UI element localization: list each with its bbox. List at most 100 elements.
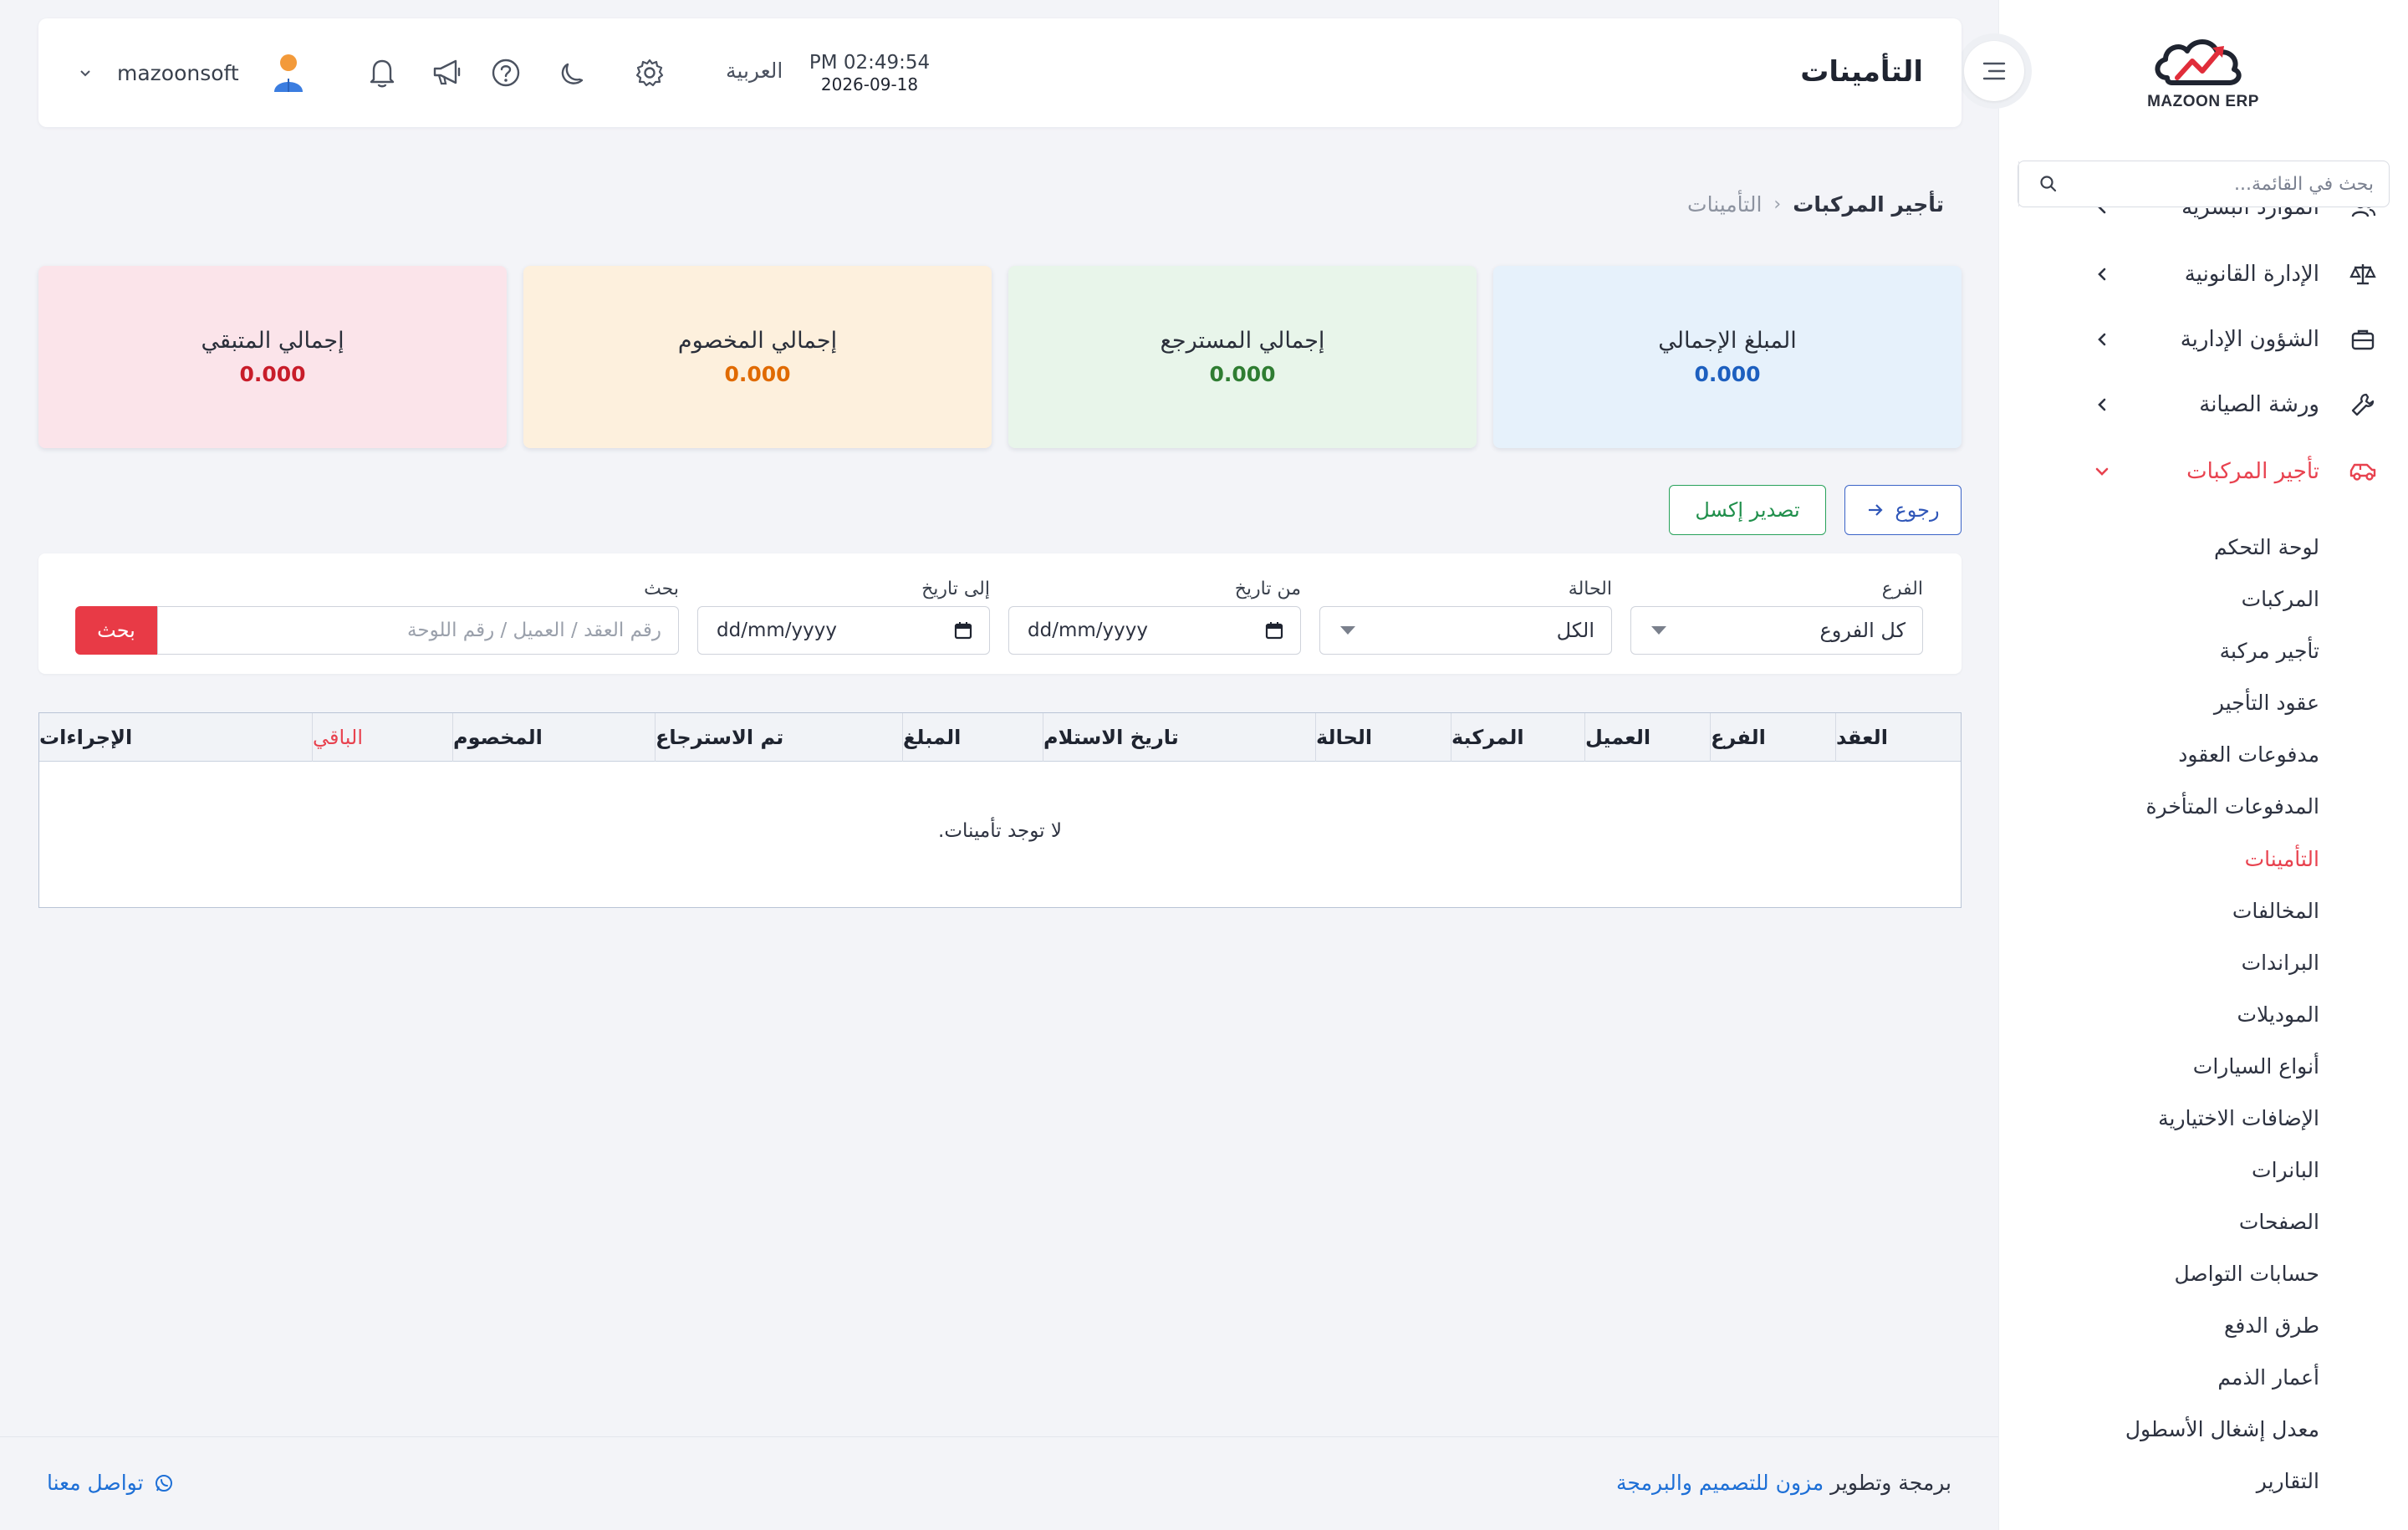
column-header-status[interactable]: الحالة (1315, 713, 1451, 762)
notifications-button[interactable] (363, 54, 401, 92)
sidebar-subitem-brands[interactable]: البراندات (2242, 951, 2319, 975)
clock-date: 2026-09-18 (820, 74, 919, 94)
footer: برمجة وتطوير مزون للتصميم والبرمجة تواصل… (0, 1436, 1998, 1530)
column-header-remaining[interactable]: الباقي (312, 713, 452, 762)
logo-text: MAZOON ERP (2147, 93, 2259, 110)
logo-icon (2155, 39, 2242, 85)
column-header-branch[interactable]: الفرع (1710, 713, 1835, 762)
status-value: الكل (1556, 619, 1594, 642)
calendar-icon (1265, 622, 1283, 640)
whatsapp-icon (155, 1474, 172, 1492)
footer-company-link[interactable]: مزون للتصميم والبرمجة (1616, 1471, 1824, 1495)
sidebar-subitem-reports[interactable]: التقارير (2257, 1469, 2319, 1493)
status-select[interactable]: الكل (1319, 606, 1612, 655)
sidebar-item-legal[interactable]: الإدارة القانونية (1998, 249, 2408, 299)
language-switch[interactable]: العربية (726, 59, 783, 83)
chevron-left-icon (2092, 329, 2112, 349)
sidebar-subitem-dashboard[interactable]: لوحة التحكم (2214, 535, 2319, 559)
column-header-deducted[interactable]: المخصوم (452, 713, 655, 762)
breadcrumb-separator: ‹ (1773, 194, 1782, 215)
sidebar-subitem-overdue-payments[interactable]: المدفوعات المتأخرة (2145, 794, 2319, 819)
column-header-customer[interactable]: العميل (1584, 713, 1710, 762)
filters-panel: الفرع كل الفروع الحالة الكل من تاريخ dd/… (38, 553, 1962, 674)
sidebar-subitem-payment-methods[interactable]: طرق الدفع (2224, 1313, 2319, 1338)
contact-us-link[interactable]: تواصل معنا (47, 1471, 174, 1495)
search-field (157, 606, 679, 655)
dark-mode-button[interactable] (554, 54, 593, 92)
stat-value: 0.000 (724, 362, 791, 386)
column-header-amount[interactable]: المبلغ (902, 713, 1043, 762)
sidebar: MAZOON ERP الموارد البشرية الإدارة القان… (1998, 0, 2408, 1530)
column-header-refunded[interactable]: تم الاسترجاع (655, 713, 902, 762)
export-excel-button[interactable]: تصدير إكسل (1669, 485, 1826, 535)
top-header: التأمينات PM 02:49:54 2026-09-18 العربية… (38, 18, 1962, 127)
sidebar-subitem-contract-payments[interactable]: مدفوعات العقود (2178, 742, 2319, 767)
sidebar-item-workshop[interactable]: ورشة الصيانة (1998, 380, 2408, 430)
from-date-label: من تاريخ (1234, 579, 1301, 599)
footer-credit-prefix: برمجة وتطوير (1830, 1471, 1951, 1495)
sidebar-search (2018, 161, 2390, 207)
column-header-vehicle[interactable]: المركبة (1451, 713, 1584, 762)
sidebar-subitem-pages[interactable]: الصفحات (2239, 1210, 2319, 1234)
search-input[interactable] (158, 607, 678, 654)
sidebar-subitem-extras[interactable]: الإضافات الاختيارية (2158, 1106, 2319, 1130)
chevron-left-icon (2092, 395, 2112, 415)
sidebar-subitem-social-accounts[interactable]: حسابات التواصل (2174, 1262, 2319, 1286)
sidebar-subitem-models[interactable]: الموديلات (2237, 1002, 2319, 1027)
sidebar-subitem-banners[interactable]: البانرات (2252, 1158, 2319, 1182)
export-excel-label: تصدير إكسل (1695, 498, 1800, 522)
to-date-input[interactable]: dd/mm/yyyy (697, 606, 990, 655)
branch-select[interactable]: كل الفروع (1630, 606, 1923, 655)
sidebar-item-hr[interactable]: الموارد البشرية (1998, 207, 2408, 232)
sidebar-menu: الموارد البشرية الإدارة القانونية الشؤون… (1998, 207, 2408, 1512)
breadcrumb-parent[interactable]: تأجير المركبات (1793, 192, 1944, 217)
caret-down-icon (1651, 626, 1666, 635)
sidebar-subitem-rental-contracts[interactable]: عقود التأجير (2214, 691, 2319, 715)
back-button[interactable]: رجوع (1844, 485, 1962, 535)
help-button[interactable] (487, 54, 525, 92)
caret-down-icon (1340, 626, 1355, 635)
logo[interactable]: MAZOON ERP (1998, 25, 2408, 117)
calendar-icon (954, 622, 972, 640)
sidebar-subitem-vehicles[interactable]: المركبات (2242, 587, 2319, 611)
sidebar-item-label: ورشة الصيانة (2199, 392, 2319, 417)
chevron-left-icon (2092, 264, 2112, 284)
sidebar-subitem-insurances[interactable]: التأمينات (2245, 847, 2319, 871)
sidebar-item-label: الإدارة القانونية (2184, 262, 2319, 287)
sidebar-toggle-button[interactable] (1956, 33, 2032, 109)
search-icon (2039, 176, 2056, 192)
sidebar-subitem-fleet-occupancy[interactable]: معدل إشغال الأسطول (2125, 1417, 2319, 1441)
users-icon (2348, 207, 2378, 222)
user-menu[interactable]: mazoonsoft (79, 52, 309, 94)
scale-icon (2348, 259, 2378, 289)
search-button[interactable]: بحث (75, 606, 157, 655)
column-header-received-date[interactable]: تاريخ الاستلام (1043, 713, 1315, 762)
from-date-value: dd/mm/yyyy (1028, 620, 1148, 641)
stat-label: إجمالي المسترجع (1160, 328, 1325, 354)
sidebar-item-vehicle-rental[interactable]: تأجير المركبات (1998, 446, 2408, 497)
help-icon (492, 59, 520, 87)
chevron-down-icon (80, 70, 90, 77)
sidebar-subitem-car-types[interactable]: أنواع السيارات (2193, 1054, 2319, 1079)
sidebar-subitem-rent-vehicle[interactable]: تأجير مركبة (2220, 639, 2319, 663)
stat-card-total-deducted: إجمالي المخصوم 0.000 (523, 266, 992, 448)
insurances-table: العقد الفرع العميل المركبة الحالة تاريخ … (38, 712, 1962, 908)
username: mazoonsoft (117, 60, 239, 85)
branch-value: كل الفروع (1819, 619, 1905, 642)
back-button-label: رجوع (1895, 498, 1940, 522)
stat-card-total-amount: المبلغ الإجمالي 0.000 (1493, 266, 1962, 448)
column-header-contract[interactable]: العقد (1835, 713, 1961, 762)
stat-value: 0.000 (1209, 362, 1276, 386)
announcements-button[interactable] (428, 54, 467, 92)
from-date-input[interactable]: dd/mm/yyyy (1008, 606, 1301, 655)
settings-button[interactable] (630, 54, 669, 92)
sidebar-subitem-violations[interactable]: المخالفات (2232, 899, 2319, 923)
branch-label: الفرع (1881, 579, 1923, 599)
sidebar-search-button[interactable] (2018, 161, 2077, 207)
sidebar-item-label: الموارد البشرية (2181, 207, 2319, 220)
column-header-actions: الإجراءات (39, 726, 133, 749)
bell-icon (370, 59, 395, 88)
sidebar-search-input[interactable] (2077, 161, 2389, 207)
sidebar-subitem-receivables-aging[interactable]: أعمار الذمم (2217, 1365, 2319, 1390)
sidebar-item-admin[interactable]: الشؤون الإدارية (1998, 314, 2408, 365)
